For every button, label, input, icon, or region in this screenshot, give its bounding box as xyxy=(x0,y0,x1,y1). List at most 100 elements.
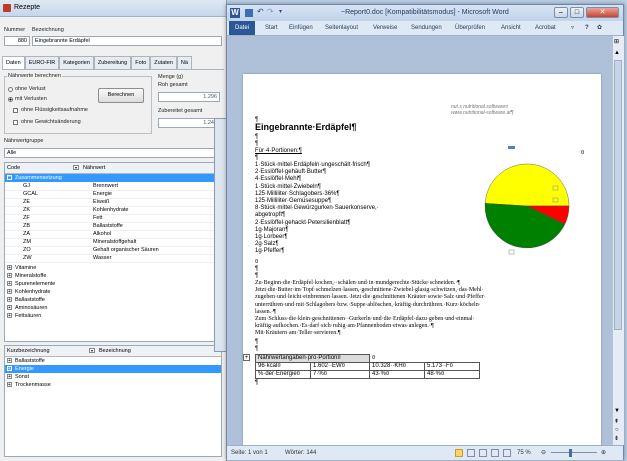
undo-icon[interactable]: ↶ xyxy=(257,7,264,16)
browse-object-icon[interactable]: ○ xyxy=(615,427,619,433)
expand-icon[interactable]: + xyxy=(7,305,12,311)
tab-verweise[interactable]: Verweise xyxy=(373,21,397,35)
nutrition-cell: %·der·Energie¤ xyxy=(255,370,311,379)
zoom-slider-track[interactable] xyxy=(551,452,597,453)
tab-daten[interactable]: Daten xyxy=(2,56,25,69)
tab-start[interactable]: Start xyxy=(265,21,278,35)
next-page-icon[interactable]: ⇟ xyxy=(614,435,619,442)
tab-ansicht[interactable]: Ansicht xyxy=(501,21,521,35)
outline-view-icon[interactable] xyxy=(491,449,499,457)
expand-icon[interactable]: + xyxy=(7,297,12,303)
collapse-icon[interactable]: − xyxy=(7,175,12,180)
table-group-row[interactable]: + Spurenelemente xyxy=(5,280,221,288)
row-naehrwert: Alkohol xyxy=(93,231,112,237)
ruler-toggle-icon[interactable]: ⊞ xyxy=(614,38,619,45)
word-document-title: ~Report0.doc [Kompatibilitätsmodus] - Mi… xyxy=(341,9,509,16)
expand-icon[interactable]: + xyxy=(7,281,12,287)
zoom-level[interactable]: 75 % xyxy=(517,446,531,460)
document-page[interactable]: nut.s nutritional.software¤ www.nutritio… xyxy=(243,74,601,454)
expand-icon[interactable]: + xyxy=(7,289,12,295)
tab-foto[interactable]: Foto xyxy=(131,56,151,69)
col-naehrwert[interactable]: Nährwert xyxy=(83,164,105,172)
tab-seitenlayout[interactable]: Seitenlayout xyxy=(325,21,358,35)
scroll-thumb[interactable] xyxy=(614,60,622,330)
chart-handle[interactable] xyxy=(508,249,515,255)
expand-icon[interactable]: + xyxy=(7,358,12,364)
expand-icon[interactable]: + xyxy=(7,366,12,372)
table-group-row[interactable]: + Vitamine xyxy=(5,264,221,272)
tab-naehrwerte[interactable]: Nä xyxy=(176,56,192,69)
list-item[interactable]: + Trockenmasse xyxy=(5,381,221,389)
list-item[interactable]: + Ballaststoffe xyxy=(5,357,221,365)
tab-zubereitung[interactable]: Zubereitung xyxy=(93,56,132,69)
checkbox-fluessigkeit[interactable] xyxy=(13,108,18,113)
ribbon-expand-icon[interactable]: ▿ xyxy=(571,21,574,35)
zoom-in-icon[interactable]: ⊕ xyxy=(601,446,606,460)
radio-ohne-verlust-label: ohne Verlust xyxy=(15,86,46,92)
radio-mit-verlusten-label: mit Verlusten xyxy=(15,96,47,102)
tab-kategorien[interactable]: Kategorien xyxy=(59,56,94,69)
table-group-row[interactable]: + Ballaststoffe xyxy=(5,296,221,304)
tab-sendungen[interactable]: Sendungen xyxy=(411,21,442,35)
recipe-title: Eingebrannte·Erdäpfel¶ xyxy=(255,122,357,132)
tab-einfuegen[interactable]: Einfügen xyxy=(289,21,313,35)
col-code[interactable]: Code xyxy=(7,164,20,172)
berechnen-button[interactable]: Berechnen xyxy=(98,88,144,103)
tab-ueberpruefen[interactable]: Überprüfen xyxy=(455,21,485,35)
list-item[interactable]: + Sonst xyxy=(5,373,221,381)
scroll-up-icon[interactable]: ▲ xyxy=(614,50,620,56)
filter-dropdown-icon[interactable]: ▾ xyxy=(73,165,79,170)
table-group-row[interactable]: + Aminosäuren xyxy=(5,304,221,312)
radio-mit-verlusten[interactable] xyxy=(8,97,13,102)
expand-icon[interactable]: + xyxy=(7,273,12,279)
close-button[interactable]: ✕ xyxy=(586,7,619,18)
group-name: Spurenelemente xyxy=(15,281,56,287)
maximize-button[interactable]: □ xyxy=(570,7,584,18)
table-header: Code ▾ Nährwert xyxy=(5,163,221,174)
naehrwertgruppe-select[interactable]: Alle xyxy=(4,148,220,158)
tab-zutaten[interactable]: Zutaten xyxy=(150,56,177,69)
web-layout-icon[interactable] xyxy=(479,449,487,457)
table-move-handle-icon[interactable]: + xyxy=(243,354,250,361)
expand-icon[interactable]: + xyxy=(7,382,12,388)
table-group-row[interactable]: + Mineralstoffe xyxy=(5,272,221,280)
draft-view-icon[interactable] xyxy=(503,449,511,457)
prev-page-icon[interactable]: ⇞ xyxy=(614,418,619,425)
zoom-out-icon[interactable]: ⊖ xyxy=(541,446,546,460)
row-code: GCAL xyxy=(23,191,38,197)
redo-icon[interactable]: ↷ xyxy=(267,7,274,16)
help-icon[interactable]: ? xyxy=(585,21,589,35)
filter-dropdown-icon[interactable]: ▾ xyxy=(89,348,95,353)
quick-access-menu-icon[interactable]: ▾ xyxy=(279,8,282,15)
expand-icon[interactable]: + xyxy=(7,313,12,319)
table-row[interactable]: ZW Wasser xyxy=(5,254,221,263)
expand-icon[interactable]: + xyxy=(7,374,12,380)
tab-acrobat[interactable]: Acrobat xyxy=(535,21,556,35)
table-group-row[interactable]: + Kohlenhydrate xyxy=(5,288,221,296)
word-app-icon[interactable]: W xyxy=(230,8,240,18)
nummer-field[interactable]: 880 xyxy=(4,36,30,46)
tab-datei[interactable]: Datei xyxy=(229,21,256,35)
zoom-slider-thumb[interactable] xyxy=(569,449,572,457)
table-group-row[interactable]: + Fettsäuren xyxy=(5,312,221,320)
list-item[interactable]: + Energie xyxy=(5,365,221,373)
radio-ohne-verlust[interactable] xyxy=(8,87,13,92)
print-layout-icon[interactable] xyxy=(455,449,463,457)
minimize-button[interactable]: – xyxy=(554,7,568,18)
word-count[interactable]: Wörter: 144 xyxy=(285,446,316,460)
nummer-label: Nummer xyxy=(4,27,26,33)
save-icon[interactable] xyxy=(245,9,253,17)
col-kurzbezeichnung[interactable]: Kurzbezeichnung xyxy=(7,347,50,355)
page-count[interactable]: Seite: 1 von 1 xyxy=(231,446,268,460)
col-bezeichnung[interactable]: Bezeichnung xyxy=(99,347,131,355)
tab-euro-fir[interactable]: EURO-FIR xyxy=(24,56,60,69)
row-code: ZA xyxy=(23,231,31,237)
checkbox-gewicht[interactable] xyxy=(13,120,18,125)
options-icon[interactable]: ✿ xyxy=(597,21,602,35)
scroll-down-icon[interactable]: ▼ xyxy=(614,408,620,414)
fullscreen-view-icon[interactable] xyxy=(467,449,475,457)
expand-icon[interactable]: + xyxy=(7,265,12,271)
bezeichnung-field[interactable]: Eingebrannte Erdäpfel xyxy=(32,36,222,46)
vertical-scrollbar[interactable]: ⊞ ▲ ▼ ⇞ ○ ⇟ xyxy=(612,36,624,445)
table-row-selected-group[interactable]: − Zusammensetzung xyxy=(5,174,221,182)
